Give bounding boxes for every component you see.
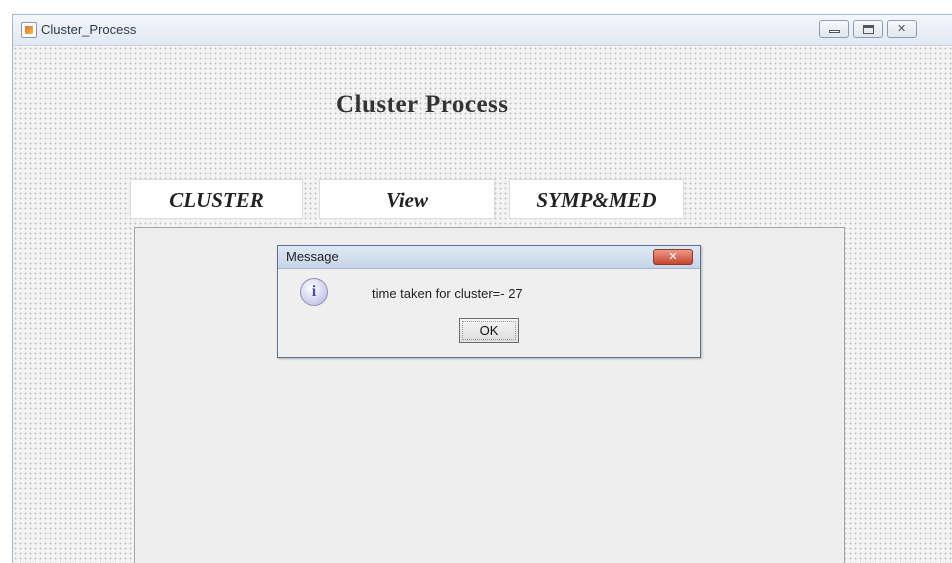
minimize-button[interactable] — [819, 20, 849, 38]
dialog-message: time taken for cluster=- 27 — [372, 286, 523, 301]
close-icon — [888, 21, 916, 37]
maximize-icon — [854, 21, 882, 37]
close-button[interactable] — [887, 20, 917, 38]
message-dialog: Message i time taken for cluster=- 27 OK — [277, 245, 701, 358]
app-window: Cluster_Process Cluster Process CLUSTER … — [12, 14, 952, 563]
symp-med-button[interactable]: SYMP&MED — [509, 179, 684, 219]
window-title: Cluster_Process — [41, 22, 137, 37]
title-bar[interactable]: Cluster_Process — [13, 15, 952, 46]
window-controls — [819, 20, 917, 38]
info-icon: i — [300, 278, 328, 306]
minimize-icon — [820, 21, 848, 37]
cluster-button[interactable]: CLUSTER — [130, 179, 303, 219]
view-button[interactable]: View — [319, 179, 495, 219]
dialog-title-bar[interactable]: Message — [278, 246, 700, 269]
java-app-icon — [21, 22, 37, 38]
ok-button[interactable]: OK — [459, 318, 519, 343]
page-title: Cluster Process — [336, 91, 509, 118]
dialog-title: Message — [286, 249, 339, 264]
dialog-close-button[interactable] — [653, 249, 693, 265]
maximize-button[interactable] — [853, 20, 883, 38]
